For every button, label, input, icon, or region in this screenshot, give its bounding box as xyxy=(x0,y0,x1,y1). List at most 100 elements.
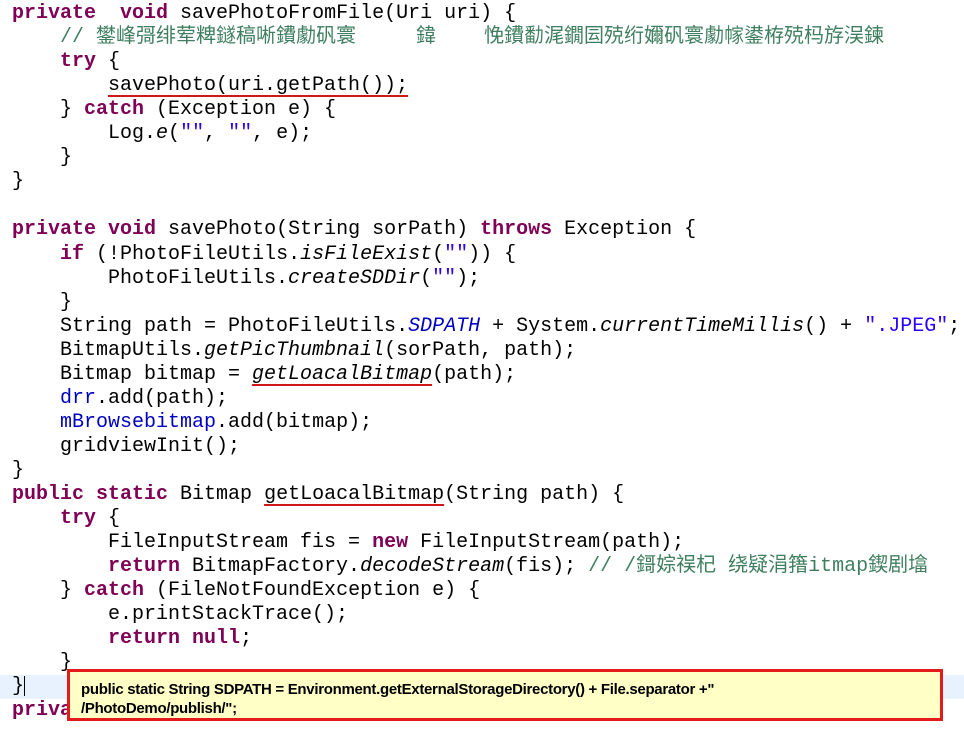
code-token: { xyxy=(96,507,121,531)
code-line[interactable]: if (!PhotoFileUtils.isFileExist("")) { xyxy=(12,243,516,267)
code-token: drr xyxy=(60,386,97,410)
code-token: (!PhotoFileUtils. xyxy=(84,242,301,266)
keyword: static xyxy=(96,483,169,506)
code-line[interactable]: BitmapUtils.getPicThumbnail(sorPath, pat… xyxy=(12,339,576,363)
code-token: } xyxy=(12,98,85,122)
code-line[interactable]: } catch (FileNotFoundException e) { xyxy=(12,579,480,603)
code-line[interactable]: gridviewInit(); xyxy=(12,435,240,459)
code-line[interactable]: e.printStackTrace(); xyxy=(12,603,348,627)
code-token: Bitmap bitmap = xyxy=(12,362,253,386)
code-token: (String path) { xyxy=(444,483,625,506)
keyword: private xyxy=(12,2,97,25)
string-literal: ".JPEG" xyxy=(864,314,949,338)
comment: // 鐢峰彁绯荤粺鐩稿唽鐨勮矾寰 鍏 悗鐨勫浘鐗囩殑绗嬭矾寰勮幏鍙栫殑杩斿洖鍊 xyxy=(60,26,885,50)
code-line[interactable]: } catch (Exception e) { xyxy=(12,98,336,122)
keyword: throws xyxy=(480,218,553,242)
code-line[interactable]: drr.add(path); xyxy=(12,387,228,411)
tooltip-line-2: /PhotoDemo/publish/"; xyxy=(81,700,237,717)
keyword: return xyxy=(108,555,181,579)
code-token: (fis); xyxy=(504,555,589,579)
code-token: e.printStackTrace(); xyxy=(12,603,349,627)
code-token: Exception { xyxy=(552,218,697,242)
code-token: savePhotoFromFile(Uri uri) { xyxy=(168,2,517,25)
code-line[interactable]: } xyxy=(12,459,24,483)
code-token: BitmapFactory. xyxy=(180,555,361,579)
string-literal: "" xyxy=(444,242,469,266)
string-literal: "" xyxy=(228,122,253,146)
code-token: BitmapUtils. xyxy=(12,338,205,362)
code-token: Bitmap xyxy=(168,483,265,506)
code-line[interactable]: savePhoto(uri.getPath()); xyxy=(12,74,408,98)
tooltip-line-1: public static String SDPATH = Environmen… xyxy=(81,681,715,698)
code-editor[interactable]: private void savePhotoFromFile(Uri uri) … xyxy=(0,0,964,730)
code-line[interactable]: String path = PhotoFileUtils.SDPATH + Sy… xyxy=(12,315,960,339)
code-line[interactable]: } xyxy=(12,291,72,315)
keyword: public xyxy=(12,483,85,506)
code-line[interactable]: mBrowsebitmap.add(bitmap); xyxy=(12,411,372,435)
code-line[interactable]: FileInputStream fis = new FileInputStrea… xyxy=(12,531,684,555)
code-token: FileInputStream(path); xyxy=(408,531,685,555)
code-token: () + xyxy=(804,314,865,338)
code-token: ); xyxy=(456,266,481,290)
code-token: } xyxy=(12,290,73,314)
code-line[interactable]: try { xyxy=(12,507,120,531)
code-line[interactable]: // 鐢峰彁绯荤粺鐩稿唽鐨勮矾寰 鍏 悗鐨勫浘鐗囩殑绗嬭矾寰勮幏鍙栫殑杩斿洖鍊 xyxy=(12,26,884,50)
code-token: )) { xyxy=(468,242,517,266)
code-line[interactable]: return BitmapFactory.decodeStream(fis); … xyxy=(12,555,928,579)
code-token: e xyxy=(156,122,169,146)
code-line[interactable]: return null; xyxy=(12,627,252,651)
code-token: currentTimeMillis xyxy=(600,314,805,338)
text-cursor xyxy=(24,676,26,697)
code-token: SDPATH xyxy=(408,314,481,338)
code-line[interactable]: PhotoFileUtils.createSDDir(""); xyxy=(12,267,480,291)
code-line[interactable]: } xyxy=(12,651,72,675)
code-line[interactable]: } xyxy=(12,170,24,194)
code-token: } xyxy=(12,651,73,675)
code-line[interactable]: try { xyxy=(12,50,120,74)
code-token: Log. xyxy=(12,122,157,146)
code-token: createSDDir xyxy=(288,266,421,290)
code-token: ; xyxy=(948,314,961,338)
code-token: } xyxy=(12,579,85,603)
code-line[interactable]: Log.e("", "", e); xyxy=(12,122,312,146)
code-line[interactable]: private void savePhoto(String sorPath) t… xyxy=(12,218,696,242)
code-line[interactable]: private void savePhotoFromFile(Uri uri) … xyxy=(12,2,516,26)
keyword: if xyxy=(60,242,85,266)
code-token: .add(path); xyxy=(96,386,229,410)
code-line[interactable]: } xyxy=(12,146,72,170)
keyword: null xyxy=(192,627,241,651)
keyword: void xyxy=(108,218,157,242)
error-underlined-token: getLoacalBitmap xyxy=(252,362,433,386)
code-token: (sorPath, path); xyxy=(384,338,577,362)
code-token: .add(bitmap); xyxy=(216,410,373,434)
code-token: ( xyxy=(420,266,433,290)
code-token: ; xyxy=(240,627,253,651)
code-token: ( xyxy=(168,122,181,146)
code-token: + System. xyxy=(480,314,601,338)
code-token: decodeStream xyxy=(360,555,505,579)
code-token: , e); xyxy=(252,122,313,146)
keyword: return xyxy=(108,627,181,651)
code-token: FileInputStream fis = xyxy=(12,531,373,555)
string-literal: "" xyxy=(180,122,205,146)
code-token: gridviewInit(); xyxy=(12,434,241,458)
keyword: try xyxy=(60,507,97,531)
string-literal: "" xyxy=(432,266,457,290)
code-token: } xyxy=(12,170,25,194)
error-underlined-token: getLoacalBitmap xyxy=(264,483,445,506)
code-token: } xyxy=(12,458,25,482)
code-token: { xyxy=(96,50,121,74)
code-token: } xyxy=(12,675,25,699)
code-line[interactable]: public static Bitmap getLoacalBitmap(Str… xyxy=(12,483,624,507)
code-line[interactable]: Bitmap bitmap = getLoacalBitmap(path); xyxy=(12,363,516,387)
code-token: PhotoFileUtils. xyxy=(12,266,289,290)
keyword: catch xyxy=(84,579,145,603)
